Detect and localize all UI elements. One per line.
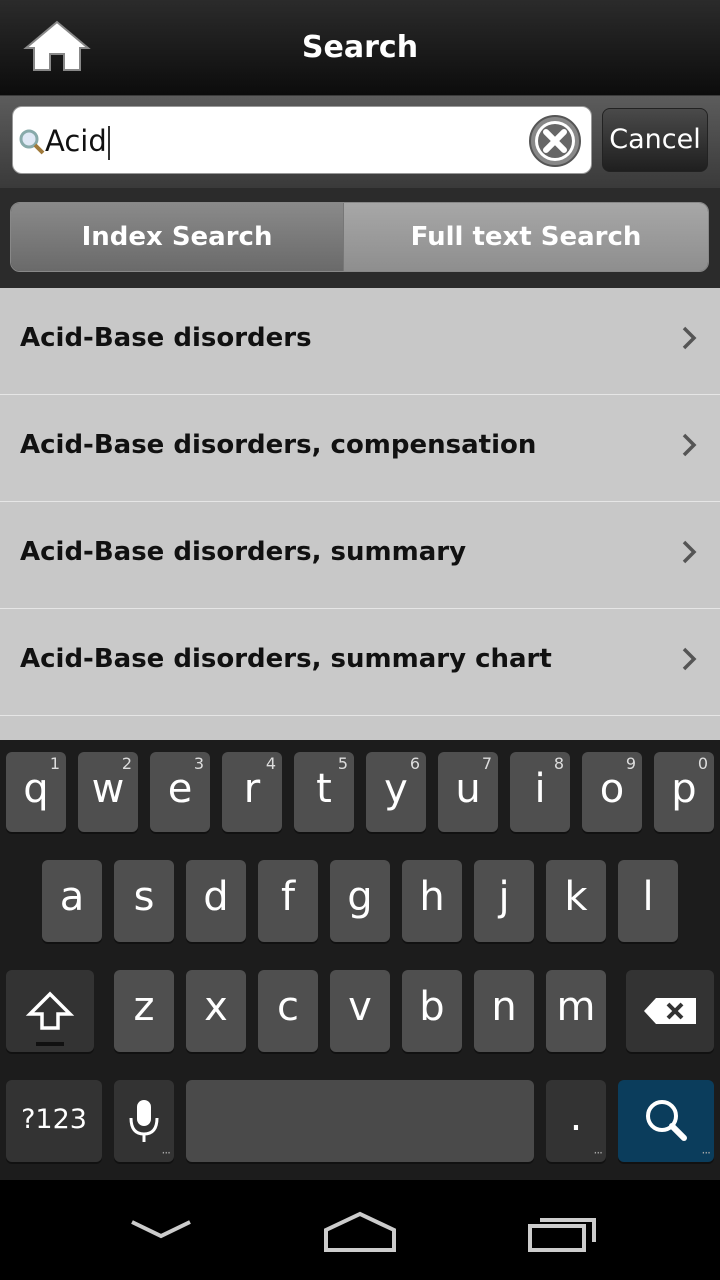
key-r[interactable]: r4: [222, 752, 282, 832]
search-bar: Acid Cancel: [0, 96, 720, 188]
key-g[interactable]: g: [330, 860, 390, 942]
key-w[interactable]: w2: [78, 752, 138, 832]
chevron-right-icon: [682, 540, 697, 564]
magnifier-icon: [19, 129, 45, 155]
home-button[interactable]: [22, 18, 96, 78]
home-nav-icon[interactable]: [322, 1208, 398, 1256]
system-nav-bar: [0, 1180, 720, 1280]
shift-key[interactable]: [6, 970, 94, 1052]
symbols-key[interactable]: ?123: [6, 1080, 102, 1162]
search-input[interactable]: Acid: [12, 106, 592, 174]
key-o[interactable]: o9: [582, 752, 642, 832]
search-input-text: Acid: [45, 107, 110, 175]
key-m[interactable]: m: [546, 970, 606, 1052]
list-item[interactable]: Acid-Base disorders: [0, 288, 720, 395]
results-list: Acid-Base disorders Acid-Base disorders,…: [0, 288, 720, 740]
chevron-right-icon: [682, 647, 697, 671]
backspace-icon: [644, 998, 696, 1024]
key-u[interactable]: u7: [438, 752, 498, 832]
mic-key[interactable]: ···: [114, 1080, 174, 1162]
tab-index-search[interactable]: Index Search: [11, 203, 345, 271]
search-key[interactable]: ···: [618, 1080, 714, 1162]
key-j[interactable]: j: [474, 860, 534, 942]
key-f[interactable]: f: [258, 860, 318, 942]
space-key[interactable]: [186, 1080, 534, 1162]
title-bar: Search: [0, 0, 720, 96]
list-item[interactable]: Acid-Base disorders, summary chart: [0, 609, 720, 716]
home-icon: [23, 20, 91, 71]
key-x[interactable]: x: [186, 970, 246, 1052]
list-item-label: Acid-Base disorders, summary: [20, 537, 467, 567]
list-item[interactable]: Acid-Base disorders, summary: [0, 502, 720, 609]
list-item-label: Acid-Base disorders: [20, 323, 312, 353]
list-item-label: Acid-Base disorders, compensation: [20, 430, 537, 460]
back-chevron-down-icon[interactable]: [126, 1208, 196, 1248]
list-item-label: Acid-Base disorders, summary chart: [20, 644, 552, 674]
key-z[interactable]: z: [114, 970, 174, 1052]
key-k[interactable]: k: [546, 860, 606, 942]
key-a[interactable]: a: [42, 860, 102, 942]
search-mode-segmented: Index Search Full text Search: [10, 202, 709, 272]
text-caret: [107, 126, 110, 160]
soft-keyboard: q1 w2 e3 r4 t5 y6 u7 i8 o9 p0 a s d f g …: [0, 740, 720, 1180]
shift-icon: [25, 991, 75, 1046]
key-s[interactable]: s: [114, 860, 174, 942]
key-c[interactable]: c: [258, 970, 318, 1052]
key-y[interactable]: y6: [366, 752, 426, 832]
key-d[interactable]: d: [186, 860, 246, 942]
tab-full-text-search[interactable]: Full text Search: [344, 203, 708, 271]
chevron-right-icon: [682, 433, 697, 457]
key-p[interactable]: p0: [654, 752, 714, 832]
chevron-right-icon: [682, 326, 697, 350]
key-q[interactable]: q1: [6, 752, 66, 832]
key-e[interactable]: e3: [150, 752, 210, 832]
key-t[interactable]: t5: [294, 752, 354, 832]
key-n[interactable]: n: [474, 970, 534, 1052]
recent-apps-icon[interactable]: [526, 1208, 598, 1256]
period-key[interactable]: . ···: [546, 1080, 606, 1162]
cancel-button[interactable]: Cancel: [602, 108, 708, 172]
key-l[interactable]: l: [618, 860, 678, 942]
search-mode-bar: Index Search Full text Search: [0, 188, 720, 288]
clear-icon[interactable]: [527, 113, 583, 169]
key-h[interactable]: h: [402, 860, 462, 942]
key-i[interactable]: i8: [510, 752, 570, 832]
page-title: Search: [301, 30, 419, 65]
list-item[interactable]: [0, 716, 720, 740]
search-icon: [646, 1100, 687, 1141]
list-item[interactable]: Acid-Base disorders, compensation: [0, 395, 720, 502]
key-v[interactable]: v: [330, 970, 390, 1052]
key-b[interactable]: b: [402, 970, 462, 1052]
backspace-key[interactable]: [626, 970, 714, 1052]
